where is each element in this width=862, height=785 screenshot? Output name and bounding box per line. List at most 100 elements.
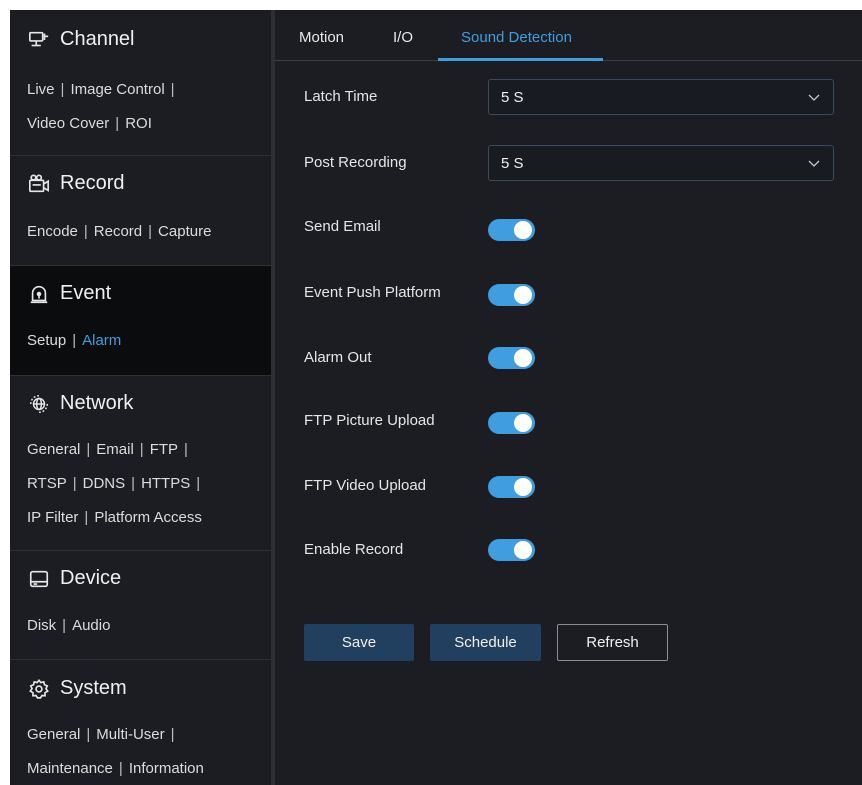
ftp-video-upload-label: FTP Video Upload <box>304 477 427 494</box>
sidebar-section-network: Network General | Email | FTP | RTSP | DDNS | HTT… <box>10 376 271 551</box>
event-push-platform-toggle[interactable] <box>488 284 535 306</box>
separator: | <box>84 509 89 526</box>
hard-disk-icon <box>29 570 49 587</box>
schedule-button[interactable]: Schedule <box>430 624 541 661</box>
sidebar-item-general[interactable]: General <box>27 726 80 743</box>
separator: | <box>86 441 91 458</box>
toggle-knob <box>514 349 532 367</box>
sidebar-item-information[interactable]: Information <box>129 760 204 777</box>
main-panel: Motion I/O Sound Detection Latch Time 5 … <box>275 10 862 785</box>
monitor-icon <box>29 31 49 46</box>
alarm-out-toggle[interactable] <box>488 347 535 369</box>
toggle-knob <box>514 478 532 496</box>
separator: | <box>184 441 188 458</box>
sidebar-links: General | Multi-User | Maintenance | Informat… <box>27 718 204 785</box>
chevron-down-icon <box>808 160 820 167</box>
sidebar-item-image-control[interactable]: Image Control <box>70 81 164 98</box>
sidebar-item-video-cover[interactable]: Video Cover <box>27 115 109 132</box>
sidebar: Channel Live | Image Control | Video Cover |… <box>10 10 271 785</box>
send-email-toggle[interactable] <box>488 219 535 241</box>
sidebar-section-title: Record <box>60 172 125 194</box>
save-button[interactable]: Save <box>304 624 414 661</box>
sidebar-links: Live | Image Control | Video Cover | ROI <box>27 73 181 141</box>
sidebar-item-email[interactable]: Email <box>96 441 134 458</box>
enable-record-toggle[interactable] <box>488 539 535 561</box>
sidebar-section-event: Event Setup | Alarm <box>10 266 271 376</box>
sidebar-item-record[interactable]: Record <box>94 223 142 240</box>
sidebar-section-header[interactable]: Record <box>28 172 124 195</box>
sidebar-item-general[interactable]: General <box>27 441 80 458</box>
event-push-platform-label: Event Push Platform <box>304 284 441 301</box>
sidebar-item-rtsp[interactable]: RTSP <box>27 475 67 492</box>
chevron-down-icon <box>808 94 820 101</box>
separator: | <box>131 475 136 492</box>
sidebar-section-channel: Channel Live | Image Control | Video Cover |… <box>10 10 271 156</box>
post-recording-value: 5 S <box>501 155 524 172</box>
sidebar-item-capture[interactable]: Capture <box>158 223 211 240</box>
separator: | <box>86 726 91 743</box>
sidebar-item-multi-user[interactable]: Multi-User <box>96 726 164 743</box>
sidebar-item-encode[interactable]: Encode <box>27 223 78 240</box>
separator: | <box>170 81 175 98</box>
sidebar-section-header[interactable]: System <box>28 677 127 700</box>
tab-motion[interactable]: Motion <box>299 29 344 46</box>
separator: | <box>83 223 88 240</box>
ftp-picture-upload-toggle[interactable] <box>488 412 535 434</box>
gear-icon <box>29 678 49 699</box>
tab-sound-detection[interactable]: Sound Detection <box>461 29 572 46</box>
send-email-label: Send Email <box>304 218 381 235</box>
separator: | <box>170 726 175 743</box>
sidebar-item-audio[interactable]: Audio <box>72 617 110 634</box>
alarm-out-label: Alarm Out <box>304 349 372 366</box>
latch-time-label: Latch Time <box>304 88 378 105</box>
refresh-button[interactable]: Refresh <box>557 624 668 661</box>
sidebar-item-ddns[interactable]: DDNS <box>83 475 126 492</box>
sidebar-section-header[interactable]: Channel <box>28 28 135 51</box>
sidebar-section-title: Channel <box>60 28 135 50</box>
app-frame: Channel Live | Image Control | Video Cover |… <box>10 10 862 785</box>
sidebar-section-title: System <box>60 677 127 699</box>
latch-time-value: 5 S <box>501 89 524 106</box>
sidebar-section-system: System General | Multi-User | Maintenance | I… <box>10 660 271 785</box>
tab-io[interactable]: I/O <box>393 29 413 46</box>
enable-record-label: Enable Record <box>304 541 404 558</box>
ftp-video-upload-toggle[interactable] <box>488 476 535 498</box>
sidebar-section-title: Network <box>60 392 134 414</box>
sidebar-section-title: Event <box>60 282 112 304</box>
ftp-picture-upload-label: FTP Picture Upload <box>304 412 435 429</box>
sidebar-item-platform-access[interactable]: Platform Access <box>94 509 202 526</box>
sidebar-links: Setup | Alarm <box>27 324 121 358</box>
toggle-knob <box>514 541 532 559</box>
sidebar-item-disk[interactable]: Disk <box>27 617 56 634</box>
latch-time-select[interactable]: 5 S <box>488 79 834 115</box>
globe-icon <box>30 394 48 413</box>
sidebar-item-maintenance[interactable]: Maintenance <box>27 760 113 777</box>
separator: | <box>148 223 153 240</box>
tab-bar: Motion I/O Sound Detection <box>275 10 862 61</box>
separator: | <box>115 115 120 132</box>
sidebar-item-live[interactable]: Live <box>27 81 55 98</box>
sidebar-section-device: Device Disk | Audio <box>10 551 271 660</box>
sidebar-section-header[interactable]: Network <box>28 392 133 415</box>
separator: | <box>196 475 201 492</box>
toggle-knob <box>514 414 532 432</box>
sidebar-section-title: Device <box>60 567 122 589</box>
sidebar-section-header[interactable]: Device <box>28 567 121 590</box>
sidebar-item-alarm[interactable]: Alarm <box>82 332 121 349</box>
sidebar-section-record: Record Encode | Record | Capture <box>10 156 271 266</box>
separator: | <box>62 617 67 634</box>
sidebar-item-ip-filter[interactable]: IP Filter <box>27 509 78 526</box>
post-recording-label: Post Recording <box>304 154 407 171</box>
separator: | <box>72 332 77 349</box>
sidebar-links: Disk | Audio <box>27 609 110 643</box>
alarm-bell-icon <box>30 285 48 303</box>
sidebar-item-ftp[interactable]: FTP <box>150 441 178 458</box>
sidebar-links: Encode | Record | Capture <box>27 215 211 249</box>
sidebar-item-setup[interactable]: Setup <box>27 332 66 349</box>
post-recording-select[interactable]: 5 S <box>488 145 834 181</box>
sidebar-links: General | Email | FTP | RTSP | DDNS | HTTPS | IP F… <box>27 433 206 535</box>
sidebar-section-header[interactable]: Event <box>28 282 111 305</box>
sidebar-item-roi[interactable]: ROI <box>125 115 152 132</box>
sidebar-item-https[interactable]: HTTPS <box>141 475 190 492</box>
separator: | <box>60 81 65 98</box>
